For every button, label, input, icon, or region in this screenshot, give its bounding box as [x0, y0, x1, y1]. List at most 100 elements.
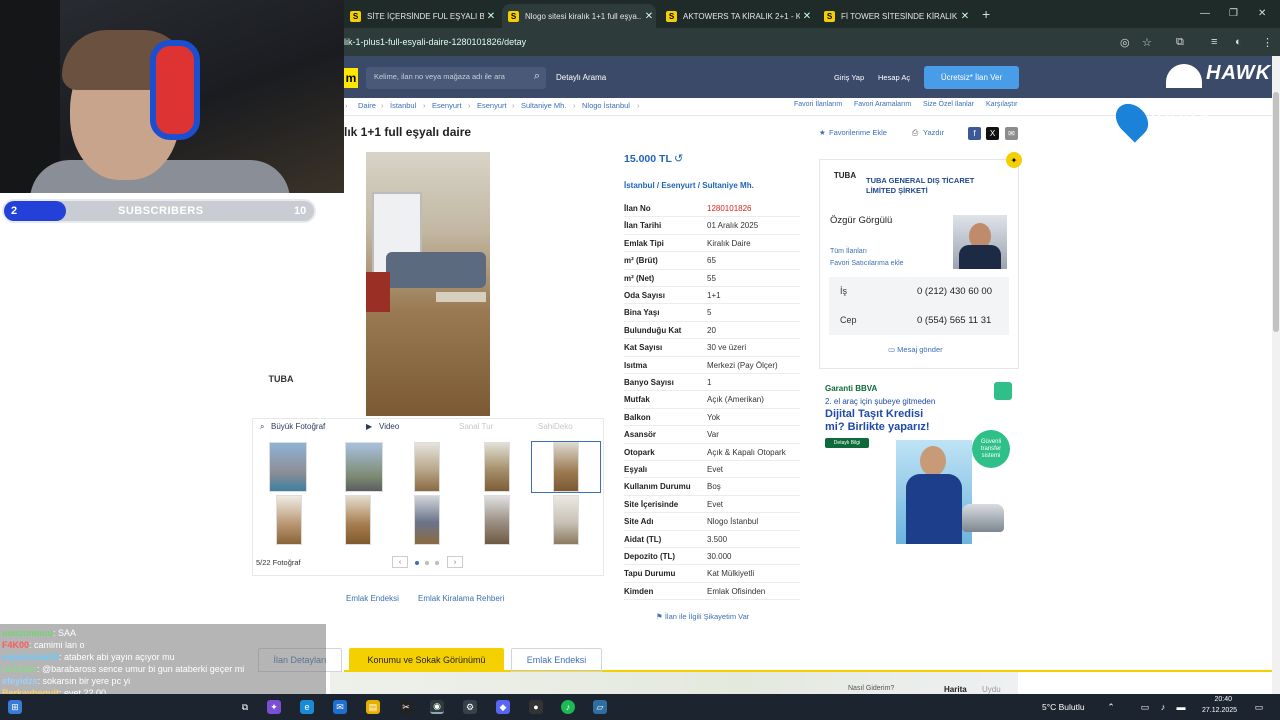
- map-view[interactable]: [330, 672, 1018, 694]
- url-text[interactable]: lik-1-plus1-full-esyali-daire-1280101826…: [344, 37, 526, 47]
- photo-thumbnail[interactable]: [345, 442, 383, 492]
- login-link[interactable]: Giriş Yap: [834, 73, 864, 82]
- clock-date[interactable]: 27.12.2025: [1202, 707, 1237, 714]
- menu-icon[interactable]: ⋮: [1262, 36, 1273, 49]
- obs-icon[interactable]: ●: [529, 700, 543, 714]
- discord-icon[interactable]: ◆: [496, 700, 510, 714]
- post-ad-button[interactable]: Ücretsiz* İlan Ver: [924, 66, 1019, 89]
- phone-number[interactable]: 0 (554) 565 11 31: [917, 315, 991, 326]
- register-link[interactable]: Hesap Aç: [878, 73, 910, 82]
- page-dot[interactable]: [435, 561, 439, 565]
- price-history-icon[interactable]: ↺: [674, 152, 683, 165]
- close-tab-icon[interactable]: ✕: [642, 11, 656, 22]
- search-icon[interactable]: ⌕: [534, 70, 540, 83]
- notification-icon[interactable]: ▭: [1252, 700, 1266, 714]
- close-tab-icon[interactable]: ✕: [484, 11, 498, 22]
- add-favorite-link[interactable]: Favorilerime Ekle: [829, 128, 887, 137]
- page-dot[interactable]: [425, 561, 429, 565]
- chrome-icon[interactable]: ◉: [430, 700, 444, 714]
- photo-thumbnail[interactable]: [553, 442, 579, 492]
- map-toggle[interactable]: Harita: [944, 685, 967, 694]
- real-estate-index-link[interactable]: Emlak Endeksi: [346, 594, 399, 603]
- special-ads-link[interactable]: Size Özel İlanlar: [923, 101, 974, 108]
- facebook-icon[interactable]: f: [968, 127, 981, 140]
- chevron-up-icon[interactable]: ⌃: [1104, 700, 1118, 714]
- search-icon[interactable]: ⌕: [260, 422, 264, 432]
- print-link[interactable]: Yazdır: [923, 128, 944, 137]
- photo-thumbnail[interactable]: [345, 495, 371, 545]
- copilot-icon[interactable]: ✦: [267, 700, 281, 714]
- next-page-button[interactable]: ›: [447, 556, 463, 568]
- photo-thumbnail[interactable]: [276, 495, 302, 545]
- extensions-icon[interactable]: ⧉: [1176, 36, 1184, 49]
- browser-tab-active[interactable]: S Nlogo sitesi kiralık 1+1 full eşya... ✕: [502, 4, 656, 28]
- big-photo-link[interactable]: Büyük Fotoğraf: [271, 422, 325, 431]
- mail-icon[interactable]: ✉: [1005, 127, 1018, 140]
- capcut-icon[interactable]: ✂: [399, 700, 413, 714]
- task-view-icon[interactable]: ⧉: [238, 700, 252, 714]
- photo-thumbnail[interactable]: [553, 495, 579, 545]
- detailed-search-link[interactable]: Detaylı Arama: [556, 73, 606, 82]
- photo-thumbnail[interactable]: [269, 442, 307, 492]
- chat-username[interactable]: uuuzunmuu: [2, 628, 53, 638]
- close-window-icon[interactable]: ✕: [1258, 8, 1266, 19]
- scrollbar-thumb[interactable]: [1273, 92, 1279, 332]
- restore-icon[interactable]: ❐: [1229, 8, 1238, 19]
- seller-logo[interactable]: TUBA: [831, 171, 859, 197]
- satellite-toggle[interactable]: Uydu: [982, 685, 1001, 694]
- breadcrumb-item[interactable]: Esenyurt: [432, 101, 462, 110]
- favorite-seller-link[interactable]: Favori Satıcılarıma ekle: [830, 260, 904, 267]
- seller-all-ads-link[interactable]: Tüm İlanları: [830, 248, 867, 255]
- x-icon[interactable]: X: [986, 127, 999, 140]
- media-icon[interactable]: ≡: [1211, 36, 1217, 48]
- star-icon[interactable]: ★: [819, 128, 826, 137]
- compare-link[interactable]: Karşılaştır: [986, 101, 1018, 108]
- edge-icon[interactable]: e: [300, 700, 314, 714]
- print-icon[interactable]: ⎙: [912, 128, 918, 138]
- video-link[interactable]: Video: [379, 422, 399, 431]
- breadcrumb-item[interactable]: Nlogo İstanbul: [582, 101, 630, 110]
- battery-icon[interactable]: ▬: [1174, 700, 1188, 714]
- browser-tab[interactable]: S Fİ TOWER SİTESİNDE KİRALIK E...✕: [818, 4, 972, 28]
- star-icon[interactable]: ☆: [1142, 36, 1152, 49]
- windows-start-icon[interactable]: ⊞: [8, 700, 22, 714]
- outlook-icon[interactable]: ✉: [333, 700, 347, 714]
- settings-icon[interactable]: ⚙: [463, 700, 477, 714]
- breadcrumb-item[interactable]: Esenyurt: [477, 101, 507, 110]
- tab-location-street-view[interactable]: Konumu ve Sokak Görünümü: [349, 648, 504, 672]
- browser-tab[interactable]: S AKTOWERS TA KİRALIK 2+1 - K... ✕: [660, 4, 814, 28]
- clock-time[interactable]: 20:40: [1212, 696, 1232, 703]
- app-icon[interactable]: ▱: [593, 700, 607, 714]
- main-photo[interactable]: [366, 152, 490, 416]
- chat-username[interactable]: expolculuk52: [2, 652, 59, 662]
- browser-tab[interactable]: S SİTE İÇERSİNDE FUL EŞYALI BA... ✕: [344, 4, 498, 28]
- location-links[interactable]: İstanbul / Esenyurt / Sultaniye Mh.: [624, 181, 754, 190]
- directions-link[interactable]: Nasıl Giderim?: [848, 685, 894, 692]
- new-tab-button[interactable]: +: [982, 6, 990, 22]
- spotify-icon[interactable]: ♪: [561, 700, 575, 714]
- chat-username[interactable]: efeyidzs: [2, 676, 38, 686]
- profile-icon[interactable]: ◐: [1235, 36, 1242, 48]
- minimize-icon[interactable]: —: [1200, 8, 1210, 19]
- breadcrumb-item[interactable]: Sultaniye Mh.: [521, 101, 566, 110]
- seller-company[interactable]: TUBA GENERAL DIŞ TİCARET LİMİTED ŞİRKETİ: [866, 176, 1006, 196]
- breadcrumb-item[interactable]: Daire: [358, 101, 376, 110]
- ad-cta-button[interactable]: Detaylı Bilgi: [825, 438, 869, 448]
- tab-real-estate-index[interactable]: Emlak Endeksi: [511, 648, 602, 672]
- file-explorer-icon[interactable]: ▤: [366, 700, 380, 714]
- send-message-link[interactable]: ▭ Mesaj gönder: [888, 345, 943, 354]
- favorite-ads-link[interactable]: Favori İlanlarım: [794, 101, 842, 108]
- phone-number[interactable]: 0 (212) 430 60 00: [917, 286, 992, 297]
- volume-icon[interactable]: ♪: [1156, 700, 1170, 714]
- close-tab-icon[interactable]: ✕: [958, 11, 972, 22]
- chat-username[interactable]: F4K00: [2, 640, 29, 650]
- close-tab-icon[interactable]: ✕: [800, 11, 814, 22]
- rental-guide-link[interactable]: Emlak Kiralama Rehberi: [418, 594, 504, 603]
- weather-widget[interactable]: 5°C Bulutlu: [1042, 702, 1085, 712]
- network-icon[interactable]: ▭: [1138, 700, 1152, 714]
- site-logo[interactable]: m: [344, 68, 358, 88]
- breadcrumb-item[interactable]: İstanbul: [390, 101, 416, 110]
- eye-off-icon[interactable]: ◎: [1120, 36, 1130, 49]
- favorite-searches-link[interactable]: Favori Aramalarım: [854, 101, 911, 108]
- play-icon[interactable]: ▶: [366, 422, 372, 431]
